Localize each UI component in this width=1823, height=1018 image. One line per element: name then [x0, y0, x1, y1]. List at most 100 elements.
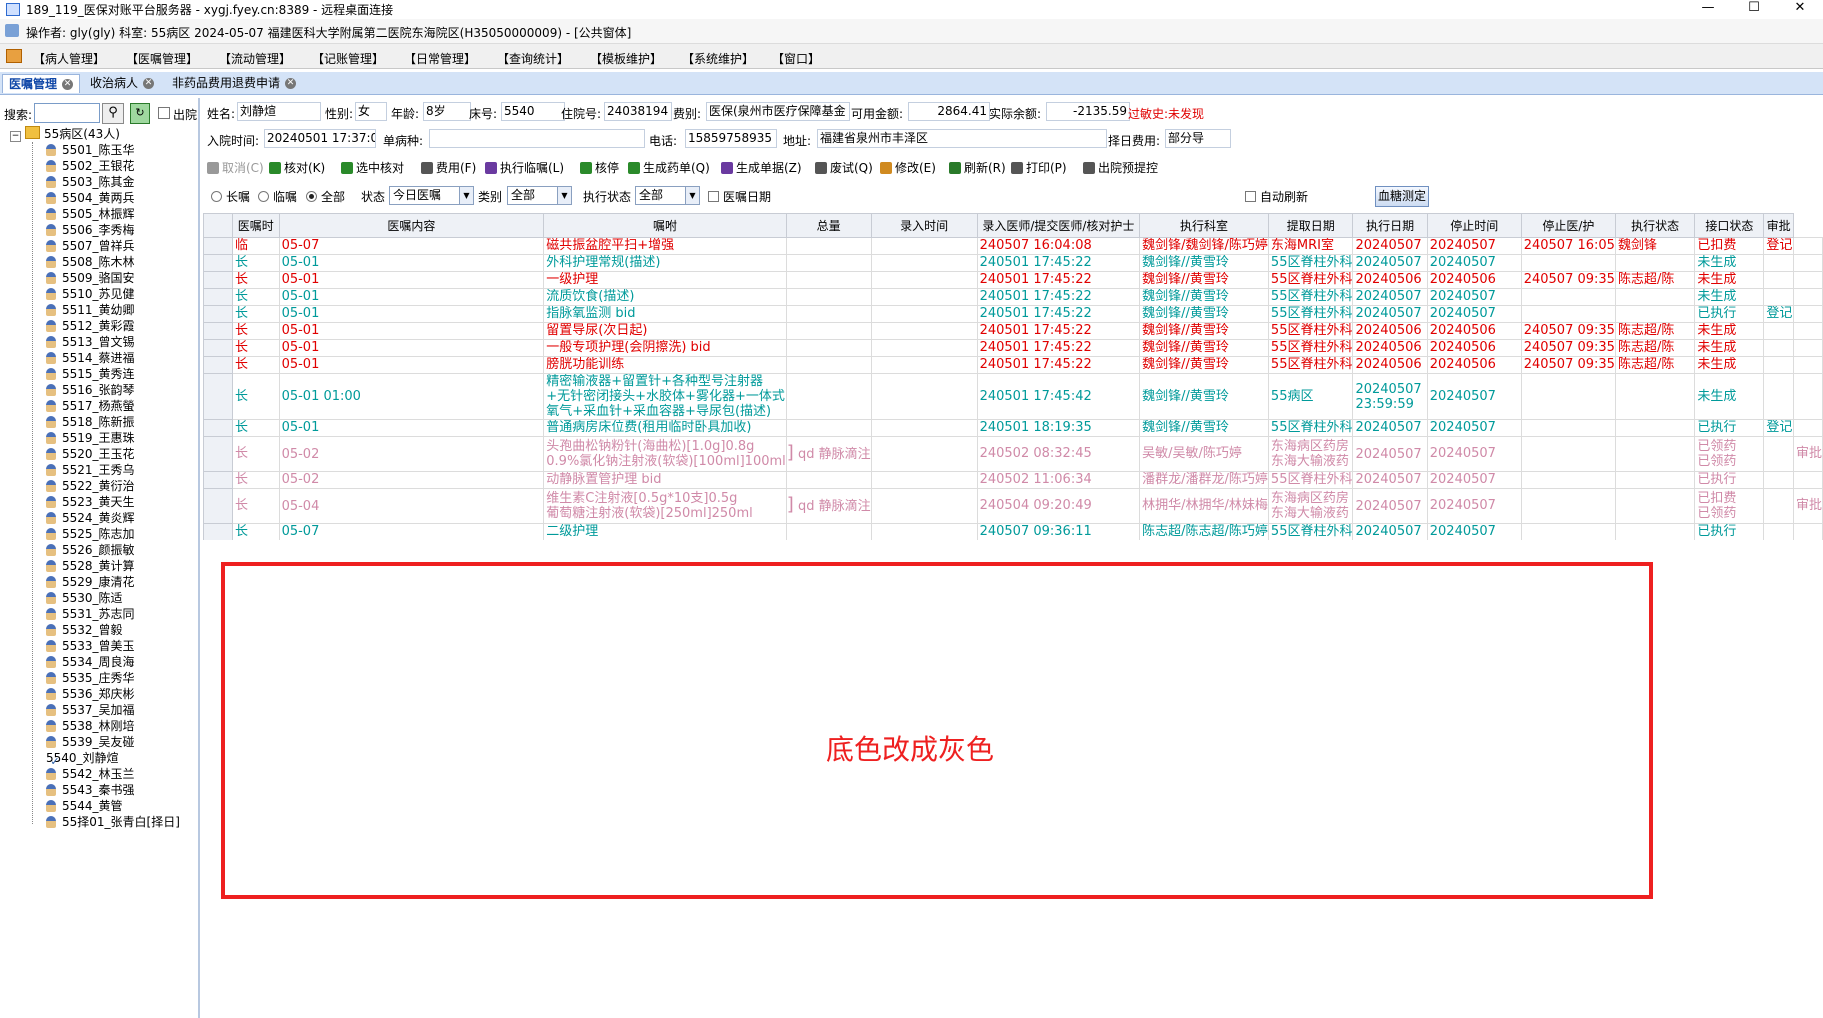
menu-flow-management[interactable]: 【流动管理】 [219, 50, 291, 67]
menu-order-management[interactable]: 【医嘱管理】 [126, 50, 198, 67]
patient-node[interactable]: 5516_张韵琴 [46, 382, 135, 398]
checkbox-icon[interactable] [708, 191, 719, 202]
patient-node[interactable]: 5526_颜振敏 [46, 542, 135, 558]
patient-node[interactable]: 5521_王秀乌 [46, 462, 135, 478]
patient-node[interactable]: 5502_王银花 [46, 158, 135, 174]
patient-node[interactable]: 5528_黄计算 [46, 558, 135, 574]
table-row[interactable]: 长 05-07 二级护理 240507 09:36:11 陈志超/陈志超/陈巧婷 55区脊… [203, 523, 1823, 540]
patient-node[interactable]: 5533_曾美玉 [46, 638, 135, 654]
row-selector[interactable] [203, 322, 234, 340]
chevron-down-icon[interactable]: ▼ [685, 187, 699, 204]
row-selector[interactable] [203, 419, 234, 437]
ward-node[interactable]: − 55病区(43人) [10, 126, 120, 142]
type-select[interactable]: 全部 ▼ [507, 186, 572, 205]
row-selector[interactable] [203, 288, 234, 306]
patient-node[interactable]: 5529_康清花 [46, 574, 135, 590]
sched-fee-field[interactable]: 部分导 [1165, 129, 1231, 148]
app-menu-icon[interactable] [6, 49, 22, 63]
patient-node[interactable]: 5537_吴加福 [46, 702, 135, 718]
column-header[interactable]: 嘱咐 [543, 213, 787, 238]
column-header[interactable]: 执行科室 [1139, 213, 1269, 238]
table-row[interactable]: 长 05-01 01:00 精密输液器+留置针+各种型号注射器+无针密闭接头+水胶体… [203, 373, 1823, 420]
table-row[interactable]: 长 05-01 普通病房床位费(租用临时卧具加收) 240501 18:19:35 魏剑… [203, 419, 1823, 437]
menu-patient-management[interactable]: 【病人管理】 [33, 50, 105, 67]
patient-node[interactable]: 5531_苏志同 [46, 606, 135, 622]
maximize-button[interactable]: ☐ [1731, 0, 1777, 17]
chevron-down-icon[interactable]: ▼ [557, 187, 571, 204]
patient-node[interactable]: 5512_黄彩霞 [46, 318, 135, 334]
radio-icon[interactable] [258, 191, 269, 202]
filter-temp[interactable]: 临嘱 [258, 188, 297, 205]
available-field[interactable]: 2864.41 [908, 102, 990, 121]
column-header[interactable]: 停止医/护 [1520, 213, 1616, 238]
row-selector[interactable] [203, 523, 234, 540]
patient-node[interactable]: 5509_骆国安 [46, 270, 135, 286]
table-row[interactable]: 长 05-01 留置导尿(次日起) 240501 17:45:22 魏剑锋//黄雪玲 55… [203, 322, 1823, 340]
column-header[interactable]: 执行日期 [1352, 213, 1428, 238]
toolbar-button[interactable]: 费用(F) [421, 159, 476, 176]
table-row[interactable]: 长 05-01 膀胱功能训练 240501 17:45:22 魏剑锋//黄雪玲 55区脊柱… [203, 356, 1823, 374]
collapse-icon[interactable]: − [10, 131, 21, 142]
tab-admit-patient[interactable]: 收治病人 ✕ [84, 74, 160, 92]
checkbox-icon[interactable] [1245, 191, 1256, 202]
tab-refund-request[interactable]: 非药品费用退费申请 ✕ [166, 74, 302, 92]
column-header[interactable] [203, 213, 234, 238]
patient-node[interactable]: ✓ 5540_刘静煊 [46, 750, 119, 768]
sex-field[interactable]: 女 [355, 102, 387, 121]
toolbar-button[interactable]: 打印(P) [1011, 159, 1067, 176]
patient-node[interactable]: 5503_陈其金 [46, 174, 135, 190]
toolbar-button[interactable]: 核停 [580, 159, 619, 176]
patient-node[interactable]: 5536_郑庆彬 [46, 686, 135, 702]
row-selector[interactable] [203, 305, 234, 323]
row-selector[interactable] [203, 436, 234, 472]
auto-refresh-toggle[interactable]: 自动刷新 [1245, 188, 1308, 205]
filter-all[interactable]: 全部 [306, 188, 345, 205]
close-icon[interactable]: ✕ [285, 78, 297, 89]
patient-node[interactable]: 5523_黄天生 [46, 494, 135, 510]
patient-node[interactable]: 5524_黄炎辉 [46, 510, 135, 526]
table-row[interactable]: 长 05-01 流质饮食(描述) 240501 17:45:22 魏剑锋//黄雪玲 55区… [203, 288, 1823, 306]
toolbar-button[interactable]: 生成药单(Q) [628, 159, 710, 176]
menu-query-statistics[interactable]: 【查询统计】 [497, 50, 569, 67]
toolbar-button[interactable]: 刷新(R) [949, 159, 1006, 176]
patient-node[interactable]: 5519_王惠珠 [46, 430, 135, 446]
search-icon[interactable]: ⚲ [102, 103, 124, 124]
patient-node[interactable]: 5511_黄幼卿 [46, 302, 135, 318]
patient-node[interactable]: 5506_李秀梅 [46, 222, 135, 238]
patient-node[interactable]: 5515_黄秀连 [46, 366, 135, 382]
table-row[interactable]: 长 05-04 维生素C注射液[0.5g*10支]0.5g 葡萄糖注射液(软袋)[25… [203, 488, 1823, 524]
minimize-button[interactable]: — [1685, 0, 1731, 17]
patient-node[interactable]: 5522_黄衍治 [46, 478, 135, 494]
menu-template-maintenance[interactable]: 【模板维护】 [590, 50, 662, 67]
menu-daily-management[interactable]: 【日常管理】 [404, 50, 476, 67]
patient-node[interactable]: 5520_王玉花 [46, 446, 135, 462]
column-header[interactable]: 医嘱时 [232, 213, 280, 238]
patient-node[interactable]: 5517_杨燕螢 [46, 398, 135, 414]
row-selector[interactable] [203, 488, 234, 524]
table-row[interactable]: 长 05-01 指脉氧监测 bid 240501 17:45:22 魏剑锋//黄雪玲 55… [203, 305, 1823, 323]
table-row[interactable]: 临 05-07 磁共振盆腔平扫+增强 240507 16:04:08 魏剑锋/魏剑锋/陈… [203, 237, 1823, 255]
row-selector[interactable] [203, 356, 234, 374]
patient-node[interactable]: 5535_庄秀华 [46, 670, 135, 686]
column-header[interactable]: 审批 [1763, 213, 1794, 238]
row-selector[interactable] [203, 471, 234, 489]
patient-node[interactable]: 5544_黄管 [46, 798, 123, 814]
menu-window[interactable]: 【窗口】 [772, 50, 820, 67]
patient-node[interactable]: 5525_陈志加 [46, 526, 135, 542]
table-row[interactable]: 长 05-01 外科护理常规(描述) 240501 17:45:22 魏剑锋//黄雪玲 5… [203, 254, 1823, 272]
column-header[interactable]: 总量 [785, 213, 872, 238]
order-date-filter[interactable]: 医嘱日期 [708, 188, 771, 205]
patient-node[interactable]: 5542_林玉兰 [46, 766, 135, 782]
search-input[interactable] [34, 103, 100, 123]
exec-select[interactable]: 全部 ▼ [635, 186, 700, 205]
bed-field[interactable]: 5540 [501, 102, 565, 121]
tab-order-management[interactable]: 医嘱管理 ✕ [2, 74, 81, 93]
patient-node[interactable]: 5504_黄两兵 [46, 190, 135, 206]
patient-node[interactable]: 5507_曾祥兵 [46, 238, 135, 254]
patient-node[interactable]: 5530_陈适 [46, 590, 123, 606]
radio-selected-icon[interactable] [306, 191, 317, 202]
discharge-checkbox[interactable] [158, 107, 170, 119]
patient-node[interactable]: 5501_陈玉华 [46, 142, 135, 158]
name-field[interactable]: 刘静煊 [237, 102, 321, 121]
menu-billing-management[interactable]: 【记账管理】 [312, 50, 384, 67]
